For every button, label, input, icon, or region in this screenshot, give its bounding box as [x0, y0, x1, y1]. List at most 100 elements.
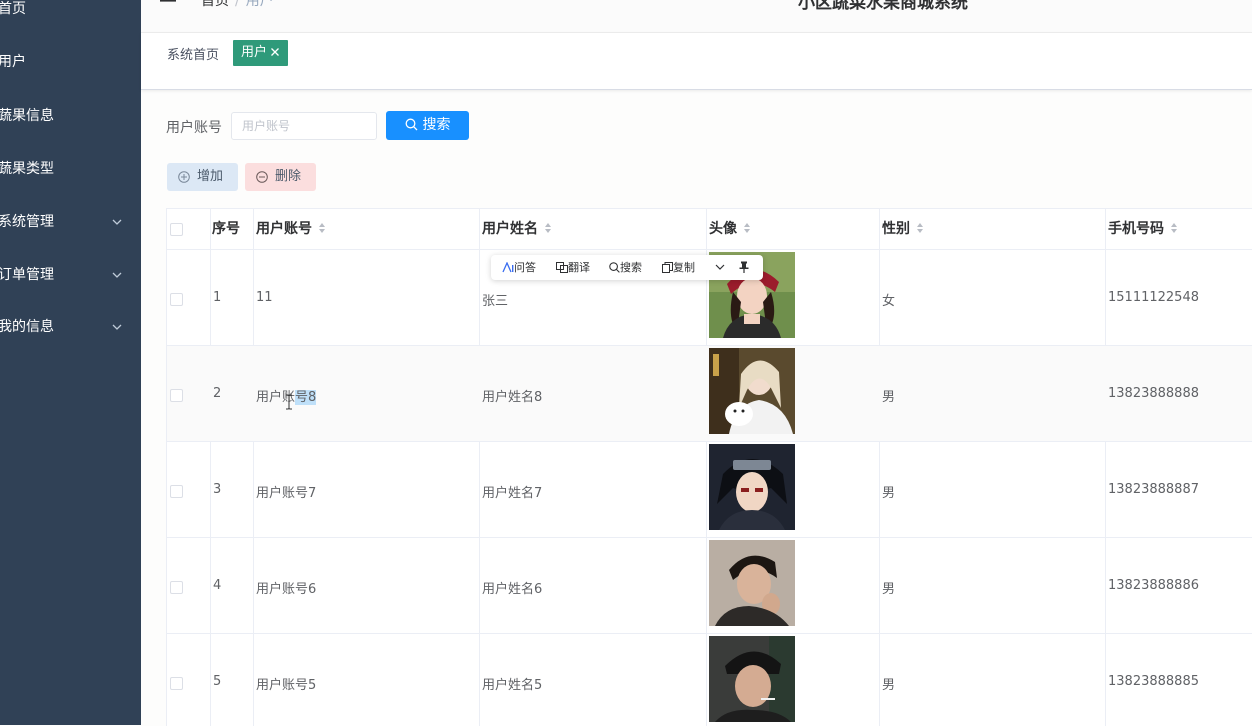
search-button[interactable]: 搜索 [386, 111, 469, 140]
user-table: 序号 用户账号 用户姓名 头像 性别 手机号码 1 11 张三 女 151111… [166, 208, 1252, 726]
cell-gender: 男 [882, 678, 896, 693]
toolbar-label: 问答 [514, 261, 536, 274]
tag-system-home[interactable]: 系统首页 [167, 44, 219, 63]
sidebar-item-label: 蔬果信息 [0, 108, 54, 124]
search-selection-button[interactable]: 搜索 [609, 255, 642, 280]
column-header-label: 用户姓名 [482, 221, 538, 237]
cell-account: 用户账号5 [256, 678, 317, 693]
table-row[interactable]: 5 用户账号5 用户姓名5 男 13823888885 [167, 633, 1252, 726]
pin-icon[interactable] [739, 261, 749, 273]
cell-index: 5 [213, 674, 222, 689]
cell-index: 3 [213, 482, 222, 497]
column-header-label: 手机号码 [1108, 221, 1164, 237]
sidebar-item-label: 蔬果类型 [0, 161, 54, 177]
text-selection-highlight: 号8 [295, 390, 317, 405]
cell-index: 2 [213, 386, 222, 401]
row-checkbox[interactable] [170, 677, 183, 690]
column-header-index: 序号 [212, 209, 240, 249]
cell-phone: 13823888885 [1108, 674, 1199, 689]
column-header-label: 头像 [709, 221, 737, 237]
breadcrumb: 首页 / 用户 [201, 0, 274, 10]
sidebar-item-label: 系统管理 [0, 214, 54, 230]
avatar-image[interactable] [709, 444, 795, 530]
chevron-down-icon [112, 219, 122, 225]
cell-account: 11 [256, 290, 273, 305]
table-row[interactable]: 2 用户账号8 用户姓名8 男 13823888888 [167, 345, 1252, 442]
sort-caret-icon[interactable] [318, 222, 326, 234]
search-button-label: 搜索 [422, 117, 451, 133]
row-checkbox[interactable] [170, 389, 183, 402]
cell-gender: 男 [882, 390, 896, 405]
hamburger-icon[interactable] [160, 0, 176, 6]
column-header-gender[interactable]: 性别 [882, 209, 924, 249]
sidebar-menu: 首页 用户 蔬果信息 蔬果类型 系统管理 订单管理 我的信息 [0, 0, 141, 725]
top-navbar: 首页 / 用户 小区蔬菜水果商城系统 [141, 0, 1252, 33]
avatar-image[interactable] [709, 540, 795, 626]
cell-name: 用户姓名7 [482, 486, 543, 501]
search-label: 用户账号 [166, 120, 222, 136]
cell-gender: 男 [882, 582, 896, 597]
copy-button[interactable]: 复制 [662, 255, 695, 280]
sidebar-item-users[interactable]: 用户 [0, 42, 141, 82]
sort-caret-icon[interactable] [916, 222, 924, 234]
breadcrumb-current: 用户 [245, 0, 274, 9]
column-header-avatar[interactable]: 头像 [709, 209, 751, 249]
column-header-account[interactable]: 用户账号 [256, 209, 326, 249]
sidebar-item-system-management[interactable]: 系统管理 [0, 202, 141, 242]
avatar-image[interactable] [709, 348, 795, 434]
sidebar-item-produce-info[interactable]: 蔬果信息 [0, 96, 141, 136]
row-checkbox[interactable] [170, 485, 183, 498]
cell-name: 用户姓名8 [482, 390, 543, 405]
sort-caret-icon[interactable] [1170, 222, 1178, 234]
cell-phone: 13823888886 [1108, 578, 1199, 593]
select-all-checkbox[interactable] [170, 223, 183, 236]
ai-answer-button[interactable]: 问答 [502, 255, 536, 280]
column-header-label: 序号 [212, 221, 240, 237]
column-header-label: 用户账号 [256, 221, 312, 237]
row-checkbox[interactable] [170, 581, 183, 594]
avatar-image[interactable] [709, 636, 795, 722]
selection-toolbar: 问答 翻译 搜索 复制 [491, 255, 763, 280]
toolbar-label: 搜索 [620, 261, 642, 274]
table-row[interactable]: 4 用户账号6 用户姓名6 男 13823888886 [167, 537, 1252, 634]
sidebar-item-home[interactable]: 首页 [0, 0, 141, 29]
toolbar-label: 复制 [673, 261, 695, 274]
close-icon[interactable] [270, 47, 280, 57]
ai-icon [502, 261, 514, 273]
minus-circle-icon [256, 171, 268, 183]
plus-circle-icon [178, 171, 190, 183]
delete-button[interactable]: 删除 [245, 163, 316, 191]
chevron-down-icon [112, 324, 122, 330]
sort-caret-icon[interactable] [743, 222, 751, 234]
cell-index: 1 [213, 290, 222, 305]
chevron-down-icon[interactable] [715, 263, 725, 272]
cell-name: 用户姓名6 [482, 582, 543, 597]
system-title: 小区蔬菜水果商城系统 [798, 0, 968, 13]
cell-gender: 女 [882, 294, 896, 309]
column-header-name[interactable]: 用户姓名 [482, 209, 552, 249]
cell-index: 4 [213, 578, 222, 593]
chevron-down-icon [112, 272, 122, 278]
cell-phone: 13823888888 [1108, 386, 1199, 401]
search-icon [405, 118, 417, 131]
tag-users-active[interactable]: 用户 [233, 40, 289, 66]
delete-button-label: 删除 [275, 169, 302, 184]
breadcrumb-home[interactable]: 首页 [201, 0, 229, 9]
sort-caret-icon[interactable] [544, 222, 552, 234]
translate-button[interactable]: 翻译 [556, 255, 590, 280]
sidebar-item-my-info[interactable]: 我的信息 [0, 307, 141, 347]
tags-view: 系统首页 用户 [141, 33, 1252, 90]
translate-icon [556, 262, 568, 273]
cell-account: 用户账号7 [256, 486, 317, 501]
sidebar-item-label: 用户 [0, 54, 26, 70]
cell-account: 用户账号6 [256, 582, 317, 597]
sidebar-item-order-management[interactable]: 订单管理 [0, 255, 141, 295]
sidebar-item-produce-type[interactable]: 蔬果类型 [0, 149, 141, 189]
add-button[interactable]: 增加 [167, 163, 238, 191]
table-row[interactable]: 3 用户账号7 用户姓名7 男 13823888887 [167, 441, 1252, 538]
search-input[interactable] [231, 112, 377, 140]
row-checkbox[interactable] [170, 293, 183, 306]
column-header-phone[interactable]: 手机号码 [1108, 209, 1178, 249]
sidebar-item-label: 订单管理 [0, 267, 54, 283]
column-header-label: 性别 [882, 221, 910, 237]
